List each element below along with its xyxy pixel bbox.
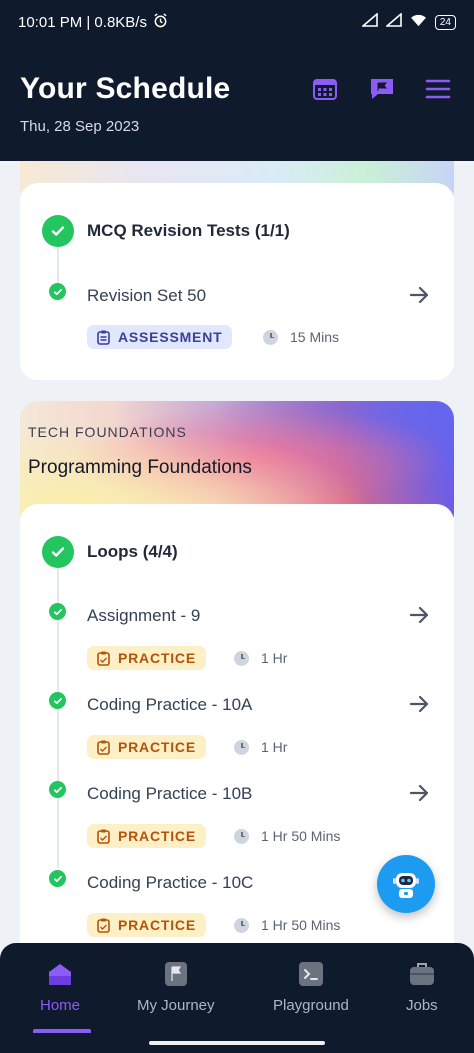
course-title: Programming Foundations [28,457,252,478]
nav-label: Jobs [406,997,438,1014]
check-icon [49,692,66,709]
calendar-icon[interactable] [310,74,340,104]
badge-label: PRACTICE [118,739,196,755]
practice-badge: PRACTICE [87,913,206,937]
system-gesture-area [0,1033,474,1053]
nav-label: My Journey [137,997,215,1014]
arrow-right-icon[interactable] [408,693,432,717]
badge-label: ASSESSMENT [118,329,223,345]
item-title[interactable]: Coding Practice - 10A [87,695,252,715]
nav-label: Playground [273,997,349,1014]
duration-text: 1 Hr [261,650,288,666]
page-date: Thu, 28 Sep 2023 [20,118,140,135]
assessment-badge: ASSESSMENT [87,325,233,349]
signal-icon-2 [384,12,402,31]
duration-text: 1 Hr [261,739,288,755]
practice-badge: PRACTICE [87,735,206,759]
robot-icon [393,873,419,898]
home-gesture-bar[interactable] [149,1041,325,1045]
signal-icon [360,12,378,31]
clock-icon [234,828,249,844]
arrow-right-icon[interactable] [408,604,432,628]
check-icon [49,283,66,300]
app-header: Your Schedule Thu, 28 Sep 2023 [0,44,474,161]
section-title: Loops (4/4) [87,542,178,561]
nav-my-journey[interactable]: My Journey [137,961,215,1014]
arrow-right-icon[interactable] [408,782,432,806]
status-bar: 10:01 PM | 0.8KB/s 24 [0,0,474,44]
nav-label: Home [40,997,81,1014]
alarm-icon [153,12,168,32]
item-title[interactable]: Coding Practice - 10C [87,873,253,893]
item-title[interactable]: Revision Set 50 [87,286,206,306]
duration: 1 Hr [234,739,287,755]
duration: 1 Hr [234,650,287,666]
schedule-content[interactable]: MCQ Revision Tests (1/1) Revision Set 50… [0,161,474,943]
check-icon [49,603,66,620]
practice-badge: PRACTICE [87,646,206,670]
check-icon [49,870,66,887]
nav-playground[interactable]: Playground [273,961,349,1014]
item-title[interactable]: Coding Practice - 10B [87,784,252,804]
nav-jobs[interactable]: Jobs [406,961,438,1014]
chat-flag-icon[interactable] [367,74,397,104]
terminal-icon [298,962,323,986]
duration-text: 15 Mins [290,329,340,345]
duration: 15 Mins [263,329,339,345]
course-category: TECH FOUNDATIONS [28,424,187,440]
badge-label: PRACTICE [118,828,196,844]
timeline-line [57,247,59,287]
check-icon [42,215,74,247]
menu-icon[interactable] [423,74,453,104]
home-icon [49,964,71,985]
chatbot-button[interactable] [377,855,435,913]
wifi-icon [410,14,427,31]
flag-icon [164,962,187,986]
check-icon [49,781,66,798]
briefcase-icon [409,963,434,985]
duration: 1 Hr 50 Mins [234,828,340,844]
clock-icon [234,917,249,933]
arrow-right-icon[interactable] [408,284,432,308]
practice-badge: PRACTICE [87,824,206,848]
clock-icon [263,329,278,345]
duration-text: 1 Hr 50 Mins [261,828,341,844]
clock-icon [234,650,249,666]
clock-icon [234,739,249,755]
duration-text: 1 Hr 50 Mins [261,917,341,933]
bottom-navigation: Home My Journey Playground Jobs [0,943,474,1033]
section-title: MCQ Revision Tests (1/1) [87,221,290,240]
badge-label: PRACTICE [118,917,196,933]
item-title[interactable]: Assignment - 9 [87,606,200,626]
badge-label: PRACTICE [118,650,196,666]
page-title: Your Schedule [20,72,231,105]
check-icon [42,536,74,568]
nav-home[interactable]: Home [40,961,80,1014]
status-time: 10:01 PM | 0.8KB/s [18,13,147,31]
battery-icon: 24 [434,14,456,30]
mcq-section-card: MCQ Revision Tests (1/1) Revision Set 50… [20,183,454,380]
duration: 1 Hr 50 Mins [234,917,340,933]
